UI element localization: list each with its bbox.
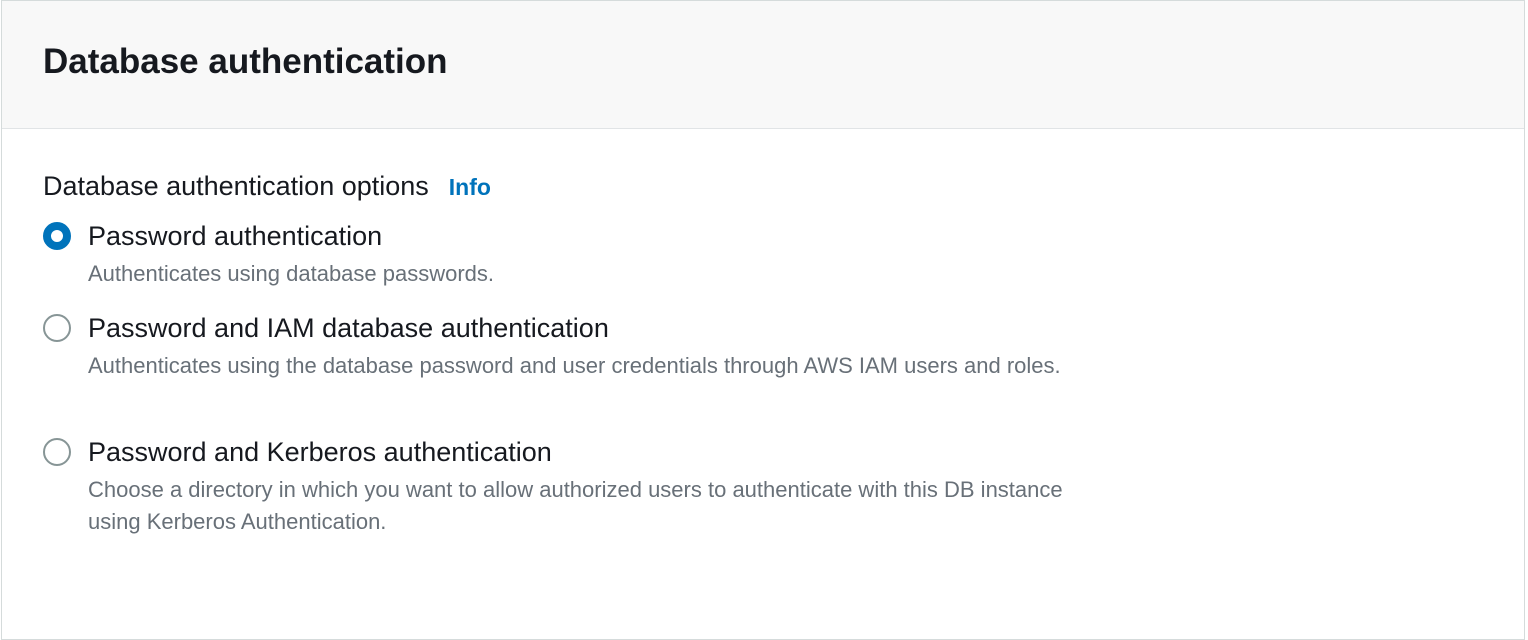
database-authentication-panel: Database authentication Database authent… (1, 0, 1525, 640)
field-label-row: Database authentication options Info (43, 169, 491, 203)
option-label: Password and Kerberos authentication (88, 437, 552, 467)
radio-password-authentication[interactable] (43, 222, 71, 250)
info-link[interactable]: Info (449, 174, 491, 201)
option-description: Authenticates using database passwords. (88, 261, 495, 286)
radio-password-and-iam-authentication[interactable] (43, 314, 71, 342)
radio-password-and-kerberos-authentication[interactable] (43, 438, 71, 466)
option-label: Password authentication (88, 221, 383, 251)
option-label: Password and IAM database authentication (88, 313, 609, 343)
panel-header: Database authentication (2, 1, 1524, 129)
panel-title: Database authentication (43, 42, 448, 81)
auth-options-label: Database authentication options (43, 171, 429, 201)
option-description: Choose a directory in which you want to … (88, 477, 1063, 534)
option-description: Authenticates using the database passwor… (88, 353, 1061, 378)
